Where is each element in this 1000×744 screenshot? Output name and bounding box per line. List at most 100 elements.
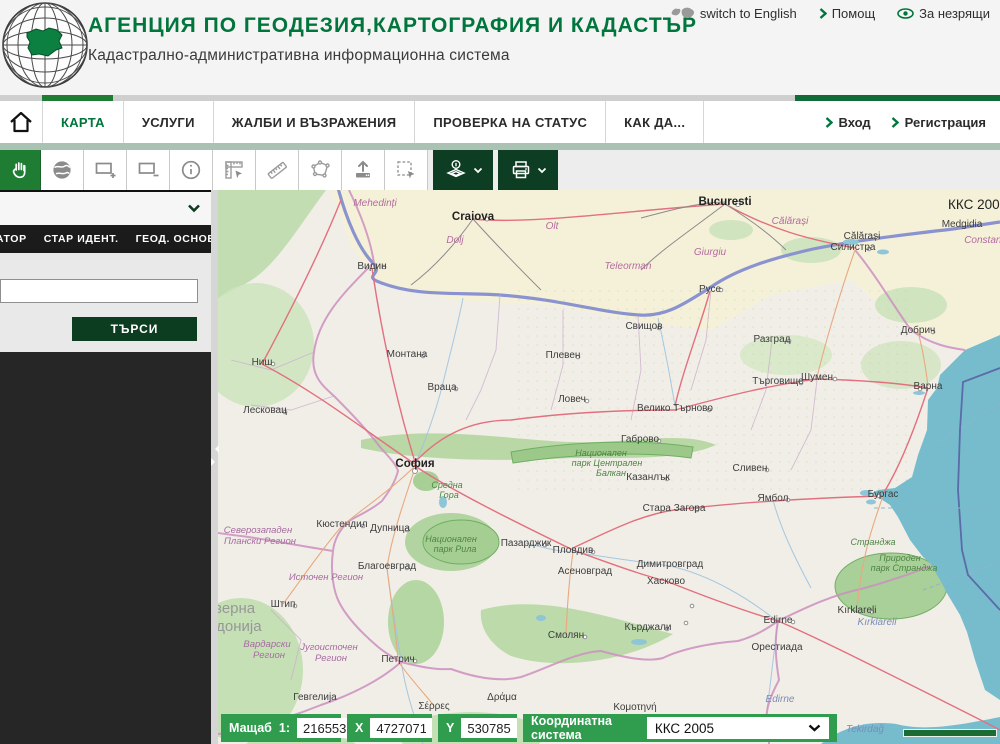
map-label: парк Странджа	[871, 563, 938, 573]
map-label: Kırklareli	[838, 605, 877, 616]
map-label: Шумен	[801, 372, 833, 383]
map-label: Враца	[427, 382, 457, 393]
map-label: Călărași	[844, 231, 881, 242]
search-input[interactable]	[0, 279, 198, 303]
map-label: Средна	[431, 480, 462, 490]
world-extent-button[interactable]	[41, 150, 84, 190]
map-label: Асеновград	[558, 566, 612, 577]
map-label: Kırklareli	[858, 617, 898, 628]
map-label: парк Централен	[572, 458, 643, 468]
map-label: Bucuresti	[698, 196, 751, 208]
map-label: Стара Загора	[643, 503, 706, 514]
chevron-right-icon	[819, 8, 827, 19]
map-label: Монтана	[387, 349, 428, 360]
help-link[interactable]: Помощ	[819, 6, 875, 21]
sidebar-tab-identifikator[interactable]: ИДЕНТИФИКАТОР	[0, 233, 27, 245]
measure-distance-button[interactable]	[256, 150, 299, 190]
upload-data-button[interactable]	[342, 150, 385, 190]
map-label: Edirne	[766, 694, 795, 705]
zoom-in-box-icon	[93, 158, 117, 182]
search-sidebar: ИДЕНТИФИКАТОР СТАР ИДЕНТ. ГЕОД. ОСНОВА Т…	[0, 190, 211, 744]
polygon-area-icon	[308, 158, 332, 182]
nav-spacer	[704, 101, 824, 143]
map-label: Δράμα	[487, 691, 517, 703]
hand-icon	[8, 158, 32, 182]
x-coordinate-input[interactable]	[370, 718, 432, 738]
map-label: Габрово	[621, 433, 659, 445]
sidebar-gutter[interactable]	[211, 190, 218, 744]
zoom-in-box-button[interactable]	[84, 150, 127, 190]
sidebar-tab-geod-osnova[interactable]: ГЕОД. ОСНОВА	[136, 233, 211, 245]
crs-select[interactable]: ККС 2005	[647, 717, 829, 739]
measure-area-button[interactable]	[299, 150, 342, 190]
expand-right-arrow[interactable]	[211, 458, 219, 466]
chevron-right-icon	[825, 117, 833, 128]
map-crs-overlay: ККС 2005	[948, 197, 1000, 212]
map-label: Бургас	[868, 489, 899, 500]
map-label: Olt	[546, 221, 560, 232]
map-label: Κομοτηνή	[613, 701, 656, 713]
map-label: Търговище	[752, 376, 804, 387]
map-label: Пазарджик	[501, 538, 552, 549]
register-link[interactable]: Регистрация	[891, 115, 986, 130]
map-label: Балкан	[596, 468, 626, 478]
switch-language-link[interactable]: switch to English	[671, 6, 797, 21]
y-coordinate-input[interactable]	[461, 718, 517, 738]
ruler-icon	[265, 158, 289, 182]
chevron-down-icon	[537, 167, 547, 174]
map-label: Македонија	[211, 618, 262, 635]
map-label: Călărași	[772, 216, 809, 227]
map-label: Giurgiu	[694, 247, 727, 258]
home-button[interactable]	[0, 101, 43, 143]
map-label: Хасково	[647, 576, 685, 587]
printer-icon	[509, 158, 533, 182]
tab-zhalbi[interactable]: ЖАЛБИ И ВЪЗРАЖЕНИЯ	[214, 101, 416, 143]
map-label: Петрич	[381, 654, 414, 665]
map-label: Казанлък	[626, 472, 670, 483]
map-label: Плевен	[546, 350, 581, 361]
map-label: Штип	[271, 599, 296, 610]
tab-kak-da[interactable]: КАК ДА...	[606, 101, 704, 143]
sidebar-dropdown-header[interactable]	[0, 192, 211, 225]
search-button[interactable]: ТЪРСИ	[72, 317, 197, 341]
identify-tool-button[interactable]	[170, 150, 213, 190]
select-region-button[interactable]	[385, 150, 428, 190]
map-label: Југоисточен	[299, 642, 358, 653]
chevron-down-icon	[808, 724, 821, 732]
map-canvas[interactable]: София Видин Монтана Враца Плевен Ловеч В…	[211, 190, 1000, 744]
chevron-down-icon	[187, 204, 201, 213]
collapse-left-arrow[interactable]	[211, 445, 219, 453]
map-label: Constanța	[964, 235, 1000, 246]
map-label: Благоевград	[358, 561, 416, 572]
sidebar-tab-star-ident[interactable]: СТАР ИДЕНТ.	[44, 233, 119, 245]
map-label: Гевгелија	[293, 692, 337, 703]
accessibility-link[interactable]: За незрящи	[897, 6, 990, 21]
tab-proverka-status[interactable]: ПРОВЕРКА НА СТАТУС	[415, 101, 606, 143]
scale-prefix: 1:	[279, 721, 290, 735]
map-label: Edirne	[764, 615, 793, 626]
map-label: Дупница	[370, 523, 410, 534]
main-nav: КАРТА УСЛУГИ ЖАЛБИ И ВЪЗРАЖЕНИЯ ПРОВЕРКА…	[0, 101, 1000, 143]
print-dropdown-button[interactable]	[498, 150, 558, 190]
measure-scale-button[interactable]	[213, 150, 256, 190]
login-link[interactable]: Вход	[825, 115, 871, 130]
zoom-out-box-button[interactable]	[127, 150, 170, 190]
map-label: Teleorman	[605, 261, 652, 272]
pan-tool-button[interactable]	[0, 150, 41, 190]
world-map-icon	[671, 7, 695, 20]
map-label: Природен	[879, 553, 921, 563]
map-label: Кюстендил	[316, 519, 367, 530]
map-label: Русе	[699, 284, 722, 295]
scale-segment: Мащаб 1:	[221, 714, 341, 742]
chevron-right-icon	[891, 117, 899, 128]
eye-icon	[897, 8, 914, 19]
map-label: Пловдив	[553, 545, 594, 556]
system-subtitle: Кадастрално-административна информационн…	[88, 47, 697, 65]
map-label: Варна	[914, 381, 943, 392]
x-label: X	[355, 721, 363, 735]
layers-dropdown-button[interactable]	[433, 150, 493, 190]
map-label: Ловеч	[558, 394, 586, 405]
tab-uslugi[interactable]: УСЛУГИ	[124, 101, 214, 143]
map-label: Разград	[754, 334, 791, 345]
tab-karta[interactable]: КАРТА	[43, 101, 124, 143]
